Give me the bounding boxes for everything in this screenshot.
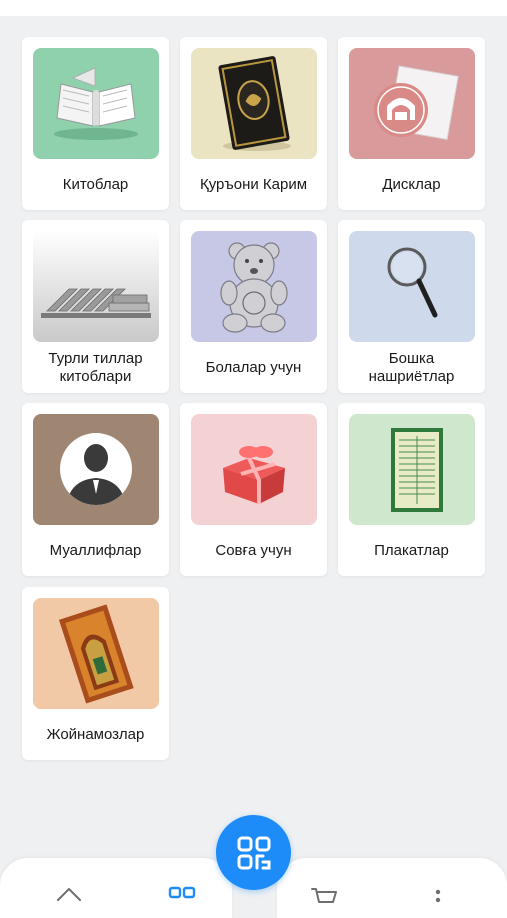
category-label: Қуръони Карим: [199, 175, 308, 193]
quran-icon: [190, 48, 317, 159]
category-label: Совға учун: [215, 541, 292, 559]
prayer-rug-icon: [32, 598, 159, 709]
category-card-posters[interactable]: Плакатлар: [338, 403, 485, 576]
category-label: Дисклар: [382, 175, 441, 193]
home-icon[interactable]: [54, 880, 84, 904]
category-card-publishers[interactable]: Бошка нашриётлар: [338, 220, 485, 393]
category-card-quran[interactable]: Қуръони Карим: [180, 37, 327, 210]
open-book-icon: [32, 48, 159, 159]
qr-code-icon: [237, 836, 270, 869]
bottom-nav-left-panel: [0, 858, 232, 918]
cart-icon[interactable]: [309, 880, 339, 904]
magnifier-icon: [348, 231, 475, 342]
book-stack-icon: [32, 231, 159, 342]
category-card-discs[interactable]: Дисклар: [338, 37, 485, 210]
disc-icon: [348, 48, 475, 159]
category-card-gifts[interactable]: Совға учун: [180, 403, 327, 576]
category-label: Плакатлар: [374, 541, 449, 559]
category-card-authors[interactable]: Муаллифлар: [22, 403, 169, 576]
bottom-nav-right-panel: [277, 858, 507, 918]
category-label: Жойнамозлар: [46, 725, 145, 743]
category-label: Турли тиллар китоблари: [48, 349, 143, 385]
teddy-bear-icon: [190, 231, 317, 342]
gift-icon: [190, 414, 317, 525]
poster-icon: [348, 414, 475, 525]
category-card-prayer-rugs[interactable]: Жойнамозлар: [22, 587, 169, 760]
catalog-icon[interactable]: [167, 880, 197, 904]
category-label: Бошка нашриётлар: [368, 349, 455, 385]
more-icon[interactable]: [423, 880, 453, 904]
category-card-languages[interactable]: Турли тиллар китоблари: [22, 220, 169, 393]
person-icon: [32, 414, 159, 525]
qr-scan-button[interactable]: [216, 815, 291, 890]
category-card-books[interactable]: Китоблар: [22, 37, 169, 210]
category-card-kids[interactable]: Болалар учун: [180, 220, 327, 393]
category-label: Муаллифлар: [49, 541, 142, 559]
category-label: Китоблар: [62, 175, 129, 193]
category-label: Болалар учун: [205, 358, 302, 376]
top-bar: [0, 0, 507, 16]
